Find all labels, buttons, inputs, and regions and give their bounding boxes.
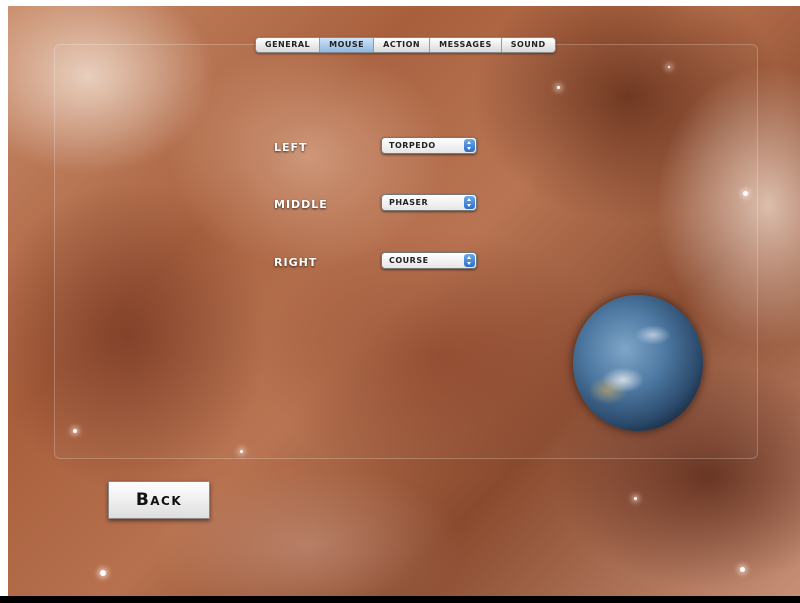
back-button[interactable]: Back xyxy=(108,481,210,519)
tab-general[interactable]: General xyxy=(256,38,321,52)
star xyxy=(100,570,106,576)
select-arrows-icon xyxy=(464,196,475,209)
middle-button-select[interactable]: Phaser xyxy=(381,194,477,211)
back-button-label: Back xyxy=(135,490,183,510)
left-button-value: Torpedo xyxy=(389,141,436,150)
right-button-select[interactable]: Course xyxy=(381,252,477,269)
star xyxy=(634,497,637,500)
top-border xyxy=(0,0,800,6)
tab-messages[interactable]: Messages xyxy=(430,38,502,52)
bottom-border xyxy=(0,596,800,603)
settings-tab-bar: General Mouse Action Messages Sound xyxy=(255,37,556,53)
left-border xyxy=(0,0,8,603)
select-arrows-icon xyxy=(464,254,475,267)
planet-earth xyxy=(573,295,703,431)
tab-mouse[interactable]: Mouse xyxy=(320,38,375,52)
select-arrows-icon xyxy=(464,139,475,152)
left-button-label: Left xyxy=(274,141,308,154)
tab-action[interactable]: Action xyxy=(374,38,431,52)
middle-button-label: Middle xyxy=(274,198,328,211)
middle-button-value: Phaser xyxy=(389,198,429,207)
tab-sound[interactable]: Sound xyxy=(502,38,555,52)
left-button-select[interactable]: Torpedo xyxy=(381,137,477,154)
right-button-value: Course xyxy=(389,256,429,265)
star xyxy=(740,567,745,572)
right-button-label: Right xyxy=(274,256,318,269)
